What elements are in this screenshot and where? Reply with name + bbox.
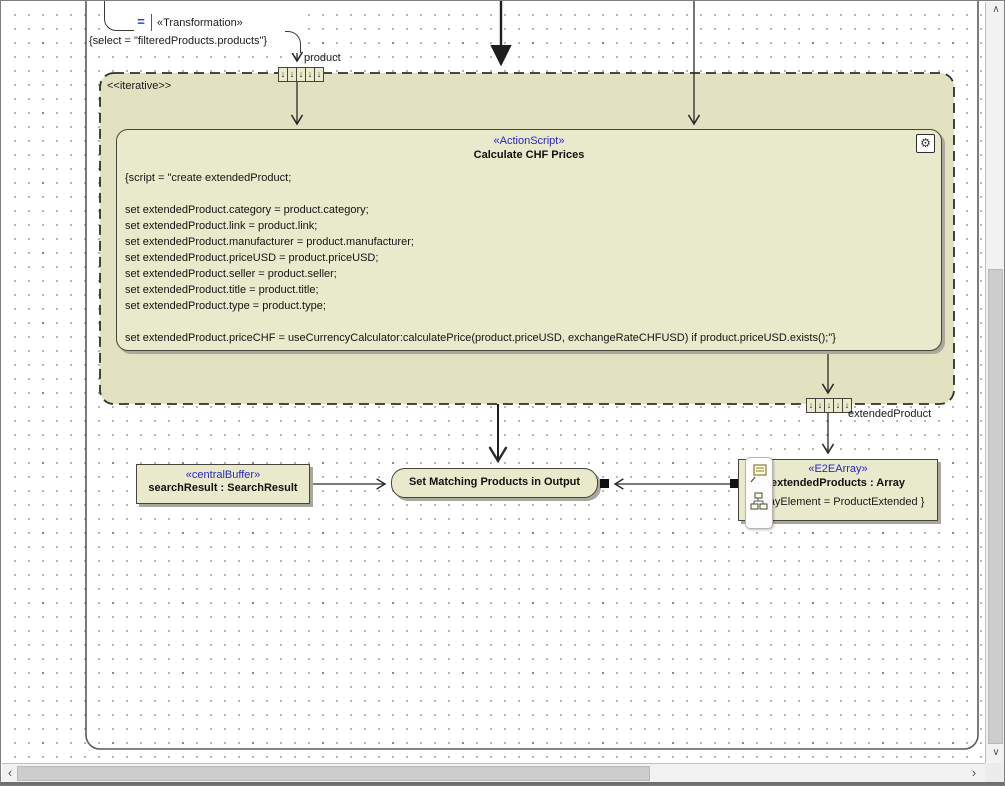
transformation-node[interactable]: = «Transformation» {select = "filteredPr… (104, 1, 301, 53)
list-item: ↓ (825, 399, 834, 412)
vertical-scrollbar[interactable]: ∧ ∨ (985, 2, 1005, 763)
note-edit-icon[interactable] (750, 464, 768, 484)
scroll-down-button[interactable]: ∨ (988, 747, 1004, 759)
scroll-up-button[interactable]: ∧ (988, 4, 1004, 16)
list-item: ↓ (297, 68, 306, 81)
smart-manipulator-toolbar (745, 457, 773, 529)
transformation-tagged-value: {select = "filteredProducts.products"} (89, 35, 267, 47)
list-item: ↓ (807, 399, 816, 412)
centralbuffer-name: searchResult : SearchResult (137, 482, 309, 494)
scrollbar-corner (985, 763, 1005, 782)
set-matching-action-label: Set Matching Products in Output (392, 476, 597, 488)
list-item: set extendedProduct.category = product.c… (125, 202, 933, 218)
list-item: ↓ (834, 399, 843, 412)
diagram-overlay (1, 1, 1005, 786)
transformation-stereotype: «Transformation» (157, 16, 243, 30)
set-matching-action-node[interactable]: Set Matching Products in Output (391, 468, 598, 498)
scroll-right-button[interactable]: › (968, 765, 980, 781)
action-input-pin[interactable] (600, 479, 609, 488)
actionscript-title: Calculate CHF Prices (117, 149, 941, 161)
list-item (125, 186, 933, 202)
product-pin-label: product (304, 51, 341, 65)
list-item: ↓ (288, 68, 297, 81)
list-item: set extendedProduct.seller = product.sel… (125, 266, 933, 282)
list-item: ↓ (279, 68, 288, 81)
window-bottom-edge (1, 782, 1005, 786)
horizontal-scrollbar-thumb[interactable] (17, 766, 650, 781)
horizontal-scrollbar[interactable]: ‹ › (2, 763, 985, 782)
gear-icon[interactable]: ⚙ (916, 134, 935, 153)
separator (151, 14, 152, 31)
transformation-corner-br (285, 31, 301, 53)
actionscript-node[interactable]: «ActionScript» Calculate CHF Prices {scr… (116, 129, 942, 351)
list-item: set extendedProduct.title = product.titl… (125, 282, 933, 298)
list-item: ↓ (306, 68, 315, 81)
iterative-region-label: <<iterative>> (107, 79, 171, 93)
actionscript-stereotype: «ActionScript» (117, 135, 941, 147)
vertical-scrollbar-thumb[interactable] (988, 269, 1003, 744)
list-item: set extendedProduct.type = product.type; (125, 298, 933, 314)
list-item: set extendedProduct.link = product.link; (125, 218, 933, 234)
actionscript-script-body: {script = "create extendedProduct; set e… (125, 170, 933, 346)
transformation-corner (104, 0, 134, 31)
list-item: {script = "create extendedProduct; (125, 170, 933, 186)
centralbuffer-stereotype: «centralBuffer» (137, 469, 309, 481)
diagram-editor-window: = «Transformation» {select = "filteredPr… (0, 0, 1005, 786)
output-expansion-node[interactable]: ↓↓↓↓↓ (806, 398, 852, 413)
centralbuffer-node[interactable]: «centralBuffer» searchResult : SearchRes… (136, 464, 310, 504)
equals-icon: = (133, 14, 149, 31)
extendedproduct-pin-label: extendedProduct (848, 407, 931, 421)
list-item: ↓ (315, 68, 323, 81)
list-item: set extendedProduct.priceCHF = useCurren… (125, 330, 933, 346)
list-item: set extendedProduct.priceUSD = product.p… (125, 250, 933, 266)
structure-hierarchy-icon[interactable] (750, 492, 768, 512)
scroll-left-button[interactable]: ‹ (4, 765, 16, 781)
input-expansion-node[interactable]: ↓↓↓↓↓ (278, 67, 324, 82)
list-item (125, 314, 933, 330)
list-item: set extendedProduct.manufacturer = produ… (125, 234, 933, 250)
list-item: ↓ (816, 399, 825, 412)
